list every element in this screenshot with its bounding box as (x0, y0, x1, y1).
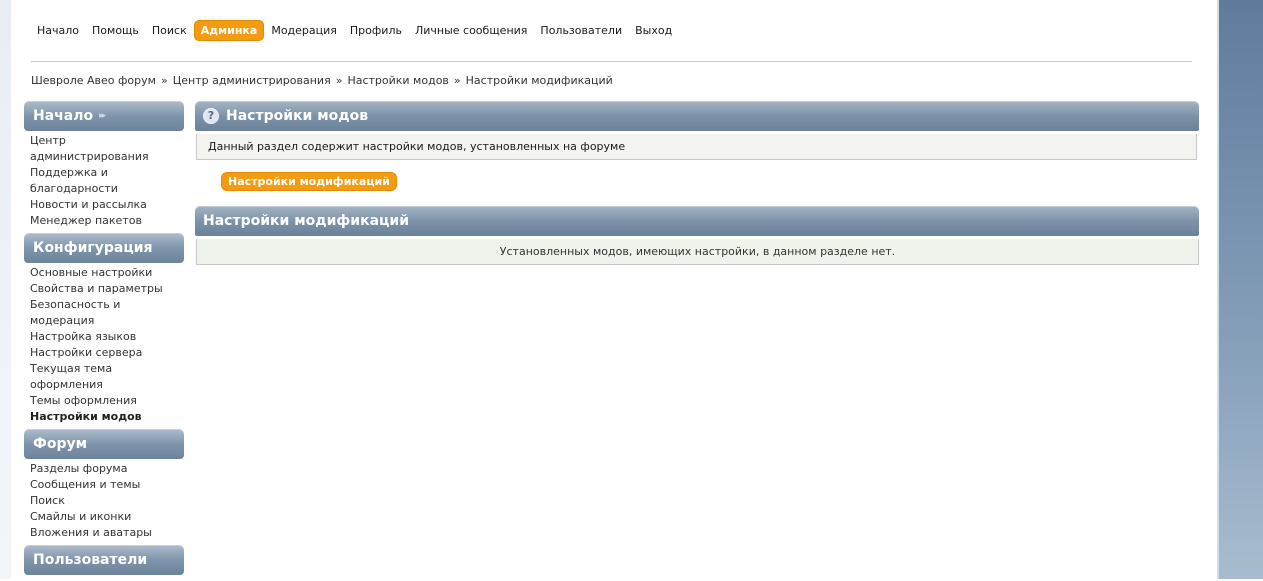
menu-item-4[interactable]: Модерация (265, 21, 343, 40)
sidebar-link[interactable]: Настройки сервера (30, 345, 180, 361)
sidebar-link[interactable]: Настройки модов (30, 409, 180, 425)
tab-mod-settings[interactable]: Настройки модификаций (221, 172, 397, 191)
breadcrumb-link[interactable]: Шевроле Авео форум (31, 74, 156, 87)
section-title: Настройки модов (226, 108, 369, 124)
breadcrumb-link[interactable]: Центр администрирования (173, 74, 331, 87)
breadcrumb: Шевроле Авео форум » Центр администрирован… (31, 74, 613, 87)
sidebar-link[interactable]: Центр администрирования (30, 133, 180, 165)
sidebar-section-title: Конфигурация (33, 240, 153, 256)
sidebar-section-header[interactable]: Пользователи (24, 545, 184, 575)
sidebar-link[interactable]: Менеджер пакетов (30, 213, 180, 229)
top-menu: Начало Помощь Поиск Админка Модерация Профиль… (31, 19, 679, 41)
sidebar-section-list: Разделы форума Сообщения и темы Поиск Смайл… (24, 459, 184, 545)
section-tabs: Настройки модификаций (195, 160, 1199, 206)
subsection-title: Настройки модификаций (203, 213, 410, 229)
menu-item-8[interactable]: Выход (629, 21, 678, 40)
subsection-header: Настройки модификаций (195, 206, 1199, 236)
sidebar-link[interactable]: Смайлы и иконки (30, 509, 180, 525)
breadcrumb-link[interactable]: Настройки модов (347, 74, 448, 87)
sidebar-section-list: Основные настройки Свойства и параметры Бе… (24, 263, 184, 429)
sidebar-link[interactable]: Сообщения и темы (30, 477, 180, 493)
empty-message: Установленных модов, имеющих настройки, … (196, 239, 1199, 265)
sidebar-section-title: Форум (33, 436, 88, 452)
admin-sidebar: Начало ▸▸ Центр администрирования Поддержка… (24, 101, 184, 581)
sidebar-section-list (24, 575, 184, 581)
collapse-arrows-icon[interactable]: ▸▸ (99, 101, 106, 131)
sidebar-section-title: Начало (33, 108, 94, 124)
menu-item-5[interactable]: Профиль (344, 21, 408, 40)
sidebar-link[interactable]: Поиск (30, 493, 180, 509)
section-description: Данный раздел содержит настройки модов, … (196, 134, 1197, 160)
sidebar-link[interactable]: Темы оформления (30, 393, 180, 409)
sidebar-section-list: Центр администрирования Поддержка и благо… (24, 131, 184, 233)
sidebar-section-header[interactable]: Конфигурация (24, 233, 184, 263)
breadcrumb-separator: » (160, 74, 168, 87)
sidebar-section-title: Пользователи (33, 552, 148, 568)
page-content: Начало Помощь Поиск Админка Модерация Профиль… (11, 0, 1217, 579)
breadcrumb-link[interactable]: Настройки модификаций (466, 74, 613, 87)
sidebar-link[interactable]: Настройка языков (30, 329, 180, 345)
sidebar-link[interactable]: Вложения и аватары (30, 525, 180, 541)
menu-item-7[interactable]: Пользователи (534, 21, 628, 40)
menu-divider (31, 61, 1192, 62)
main-content: ? Настройки модов Данный раздел содержит… (195, 101, 1199, 265)
sidebar-link[interactable]: Новости и рассылка (30, 197, 180, 213)
section-header: ? Настройки модов (195, 101, 1199, 131)
sidebar-link[interactable]: Поддержка и благодарности (30, 165, 180, 197)
menu-item-3[interactable]: Админка (193, 19, 265, 41)
sidebar-section-header[interactable]: Начало ▸▸ (24, 101, 184, 131)
page-background-left (0, 0, 11, 579)
menu-item-1[interactable]: Помощь (86, 21, 145, 40)
sidebar-link[interactable]: Безопасность и модерация (30, 297, 180, 329)
sidebar-link[interactable]: Разделы форума (30, 461, 180, 477)
help-icon[interactable]: ? (203, 108, 219, 124)
sidebar-link[interactable]: Основные настройки (30, 265, 180, 281)
sidebar-link[interactable]: Текущая тема оформления (30, 361, 180, 393)
sidebar-link[interactable]: Свойства и параметры (30, 281, 180, 297)
menu-item-6[interactable]: Личные сообщения (409, 21, 533, 40)
menu-item-2[interactable]: Поиск (146, 21, 193, 40)
breadcrumb-separator: » (453, 74, 461, 87)
page-background-right (1219, 0, 1263, 579)
breadcrumb-separator: » (335, 74, 343, 87)
sidebar-section-header[interactable]: Форум (24, 429, 184, 459)
menu-item-0[interactable]: Начало (31, 21, 85, 40)
